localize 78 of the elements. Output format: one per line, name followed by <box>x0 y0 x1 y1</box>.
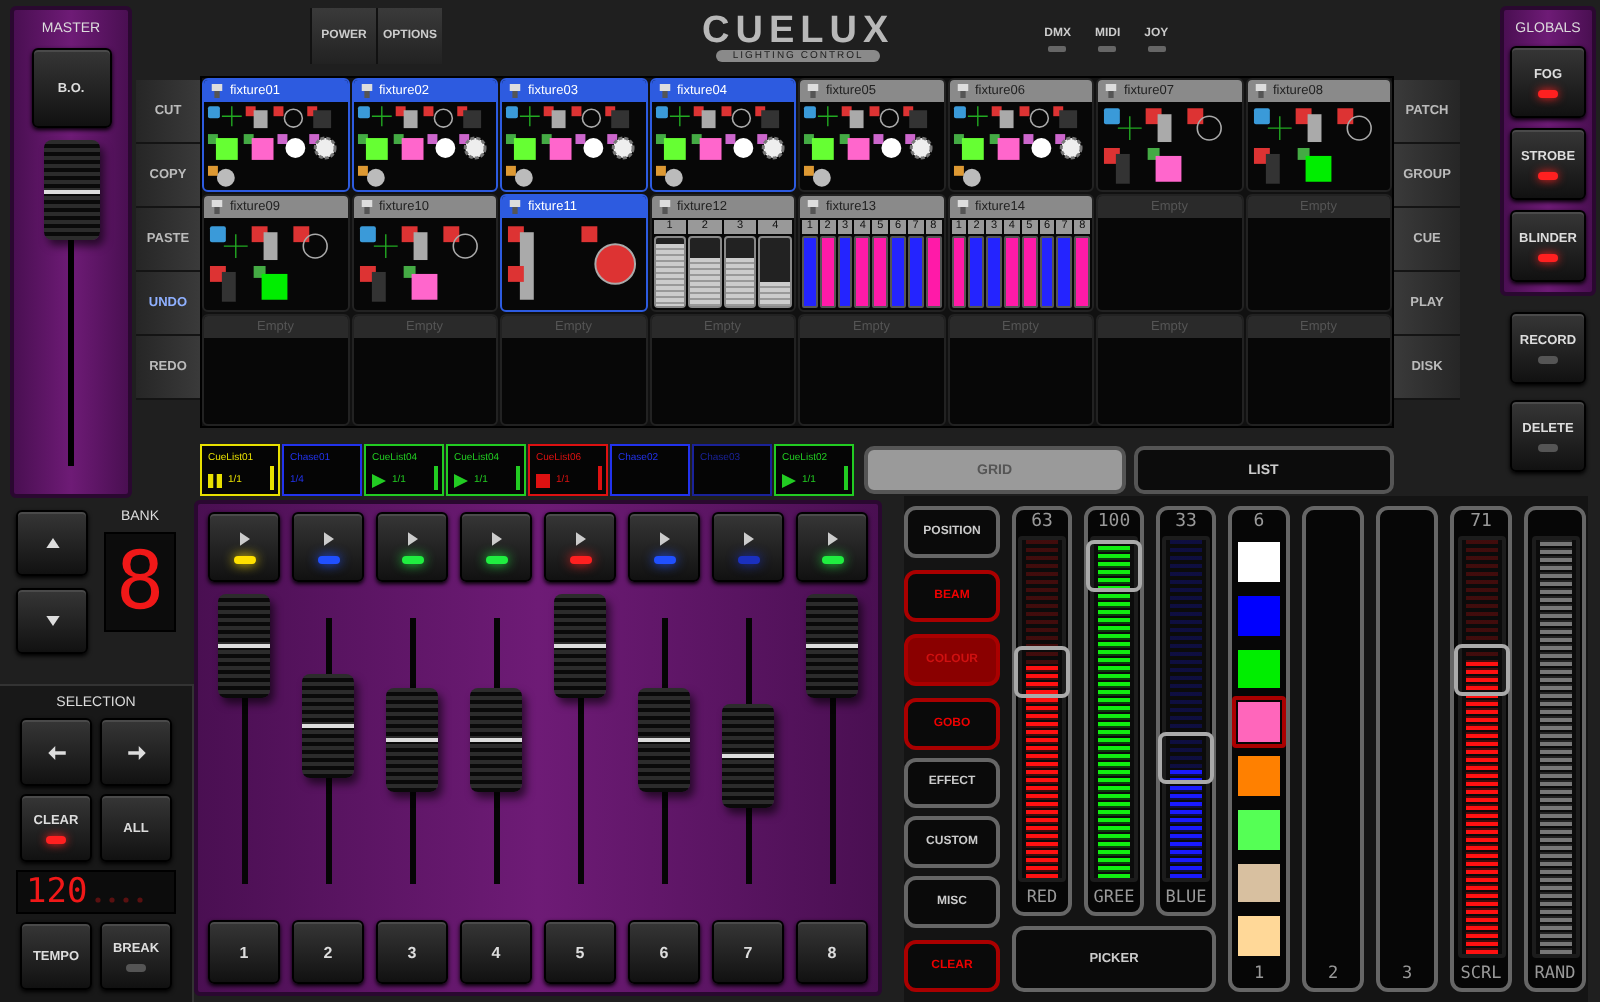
play-icon <box>659 531 669 545</box>
strip-value: 63 <box>1031 510 1053 536</box>
play-icon <box>491 531 501 545</box>
channel-button[interactable]: 1 <box>208 920 280 984</box>
tempo-value: 120 <box>26 872 88 912</box>
slider-thumb[interactable] <box>1453 644 1509 697</box>
strip-value: 33 <box>1175 510 1197 536</box>
play-icon <box>827 531 837 545</box>
selection-button[interactable] <box>100 718 172 786</box>
fixture-icon <box>210 84 224 98</box>
fixture-icon <box>210 200 224 214</box>
fader-thumb[interactable] <box>386 688 438 793</box>
playback-button[interactable] <box>208 512 280 582</box>
strip-label: RAND <box>1534 962 1576 988</box>
fixture-icon <box>1104 84 1118 98</box>
channel-button[interactable]: 3 <box>376 920 448 984</box>
selection-button[interactable] <box>20 718 92 786</box>
channel-button[interactable]: 2 <box>292 920 364 984</box>
fader-thumb[interactable] <box>43 140 99 240</box>
fixture-icon <box>955 84 969 98</box>
pause-icon <box>208 473 222 487</box>
strip-value: 100 <box>1097 510 1131 536</box>
fixture-icon <box>359 200 373 214</box>
play-icon <box>782 473 796 487</box>
strip-label: GREE <box>1093 886 1135 912</box>
strip-label: 1 <box>1253 962 1265 988</box>
color-swatch[interactable] <box>1232 696 1286 748</box>
strip-label: BLUE <box>1165 886 1207 912</box>
channel-button[interactable]: 6 <box>628 920 700 984</box>
channel-button[interactable]: 7 <box>712 920 784 984</box>
fixture-icon <box>806 200 820 214</box>
play-icon <box>743 531 753 545</box>
channel-button[interactable]: 4 <box>460 920 532 984</box>
fixture-icon <box>1253 84 1267 98</box>
strip-label: 3 <box>1401 962 1413 988</box>
play-icon <box>372 473 386 487</box>
slider-thumb[interactable] <box>1158 731 1214 784</box>
fader-thumb[interactable] <box>638 688 690 793</box>
strip-label: SCRL <box>1460 962 1502 988</box>
fixture-icon <box>657 84 671 98</box>
down-arrow-icon <box>45 616 59 626</box>
play-icon <box>239 531 249 545</box>
play-icon <box>575 531 585 545</box>
slider-thumb[interactable] <box>1014 645 1070 698</box>
play-icon <box>323 531 333 545</box>
fader-thumb[interactable] <box>218 594 270 698</box>
up-arrow-icon <box>45 538 59 548</box>
play-icon <box>407 531 417 545</box>
strip-value: 6 <box>1253 510 1265 536</box>
strip-value: 71 <box>1470 510 1492 536</box>
fader-thumb[interactable] <box>722 703 774 808</box>
playback-button[interactable] <box>376 512 448 582</box>
fader-thumb[interactable] <box>302 673 354 778</box>
fixture-icon <box>508 84 522 98</box>
color-swatch[interactable] <box>1232 536 1286 588</box>
unlit-digits-icon <box>91 896 148 904</box>
fixture-icon <box>657 200 671 214</box>
fixture-icon <box>955 200 969 214</box>
playback-button[interactable] <box>796 512 868 582</box>
strip-label: RED <box>1026 886 1058 912</box>
playback-button[interactable] <box>460 512 532 582</box>
channel-button[interactable]: 5 <box>544 920 616 984</box>
strip-label: 2 <box>1327 962 1339 988</box>
fader-thumb[interactable] <box>806 594 858 698</box>
fixture-icon <box>359 84 373 98</box>
right-arrow-icon <box>127 745 145 759</box>
fader-thumb[interactable] <box>554 594 606 698</box>
stop-icon <box>536 473 550 487</box>
bank-display: 8 <box>104 532 176 632</box>
fixture-icon <box>806 84 820 98</box>
color-swatch[interactable] <box>1232 750 1286 802</box>
fader-thumb[interactable] <box>470 688 522 793</box>
slider-thumb[interactable] <box>1086 540 1142 592</box>
logo-wordmark: CUELUX <box>702 12 895 50</box>
play-icon <box>454 473 468 487</box>
left-arrow-icon <box>47 745 65 759</box>
fixture-icon <box>508 200 522 214</box>
channel-button[interactable]: 8 <box>796 920 868 984</box>
